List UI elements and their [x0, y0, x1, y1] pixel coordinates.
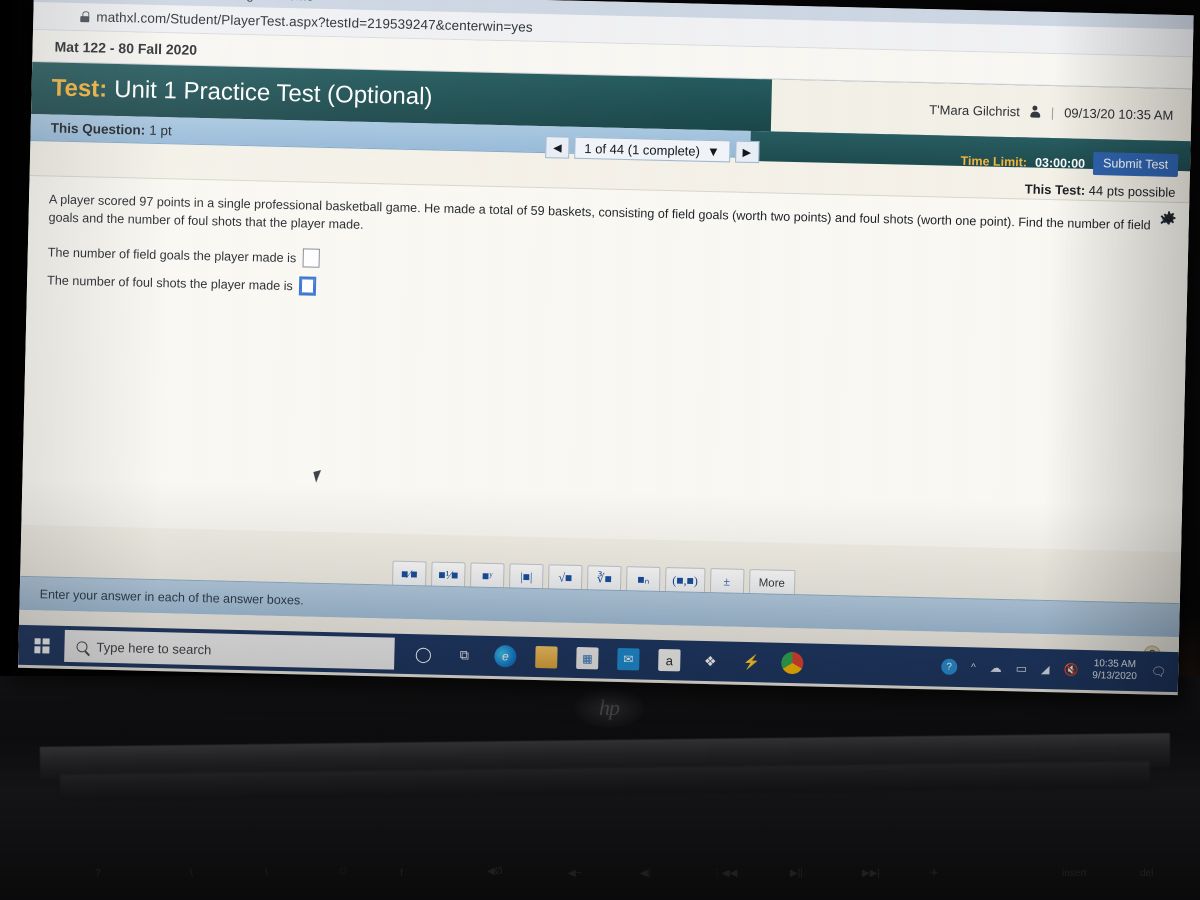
- user-bar-separator: |: [1050, 104, 1055, 120]
- cortana-icon[interactable]: ◯: [412, 643, 435, 666]
- test-points-value: 44 pts possible: [1088, 182, 1176, 200]
- field-goals-answer-box[interactable]: [302, 248, 320, 268]
- field-goals-prompt: The number of field goals the player mad…: [47, 244, 297, 265]
- test-title: Unit 1 Practice Test (Optional): [113, 75, 433, 111]
- amazon-icon[interactable]: a: [658, 648, 681, 672]
- question-pager[interactable]: ◀ 1 of 44 (1 complete) ▼ ▶: [545, 136, 760, 164]
- timer-row: Time Limit: 03:00:00 Submit Test: [960, 149, 1179, 178]
- foul-shots-prompt: The number of foul shots the player made…: [46, 272, 293, 293]
- support-assistant-icon[interactable]: ?: [940, 658, 958, 675]
- lightning-icon[interactable]: ⚡: [740, 651, 763, 674]
- microsoft-store-icon[interactable]: ▦: [576, 646, 599, 670]
- lock-icon: [80, 11, 89, 22]
- course-name: Mat 122 - 80 Fall 2020: [54, 38, 198, 58]
- pager-status-text: 1 of 44 (1 complete): [584, 140, 701, 159]
- mathxl-page: Mat 122 - 80 Fall 2020 Test: Unit 1 Prac…: [18, 29, 1193, 694]
- question-points-value: 1 pt: [149, 122, 172, 138]
- test-points-label: This Test:: [1024, 181, 1086, 198]
- test-label: Test:: [51, 74, 108, 103]
- pager-status-box[interactable]: 1 of 44 (1 complete) ▼: [574, 136, 731, 163]
- show-hidden-icons-icon[interactable]: ^: [971, 662, 976, 673]
- search-input[interactable]: Type here to search: [64, 629, 395, 670]
- taskbar-clock[interactable]: 10:35 AM 9/13/2020: [1092, 658, 1137, 684]
- network-icon[interactable]: ◢: [1041, 662, 1050, 675]
- search-icon: [76, 640, 88, 652]
- action-center-icon[interactable]: 🗨: [1151, 665, 1167, 679]
- answer-hint-text: Enter your answer in each of the answer …: [39, 586, 304, 608]
- foul-shots-answer-box[interactable]: [298, 276, 316, 296]
- edge-icon[interactable]: e: [494, 645, 517, 668]
- search-placeholder: Type here to search: [96, 639, 212, 657]
- pager-prev-button[interactable]: ◀: [545, 136, 570, 159]
- person-icon[interactable]: [1030, 105, 1041, 117]
- chrome-icon[interactable]: [781, 651, 804, 675]
- pager-next-button[interactable]: ▶: [734, 140, 760, 164]
- submit-test-button[interactable]: Submit Test: [1092, 152, 1179, 178]
- function-key-row: ? \ \ □ f ◀Ø ◀− ◀| ⋮◀◀ ▶|| ▶▶| ✈ insert …: [95, 866, 1154, 879]
- clock-date: 9/13/2020: [1092, 670, 1137, 683]
- chevron-down-icon[interactable]: ▼: [707, 143, 720, 158]
- clock-time: 10:35 AM: [1093, 657, 1137, 670]
- time-limit-value: 03:00:00: [1034, 155, 1086, 171]
- hp-logo: hp: [574, 688, 644, 728]
- answer-row-field-goals: The number of field goals the player mad…: [47, 242, 320, 268]
- onedrive-icon[interactable]: ☁: [990, 661, 1002, 675]
- address-bar-url: mathxl.com/Student/PlayerTest.aspx?testI…: [96, 9, 533, 35]
- time-limit-label: Time Limit:: [960, 153, 1028, 169]
- windows-icon: [33, 637, 50, 654]
- taskbar-icons: ◯ ⧉ e ▦ ✉ a ❖ ⚡: [394, 643, 804, 675]
- photo-backdrop: hp ? \ \ □ f ◀Ø ◀− ◀| ⋮◀◀ ▶|| ▶▶| ✈ inse…: [0, 0, 1200, 900]
- question-body: A player scored 97 points in a single pr…: [48, 192, 1151, 233]
- mouse-cursor: [313, 470, 324, 483]
- system-tray: ? ^ ☁ ▭ ◢ 🔇 10:35 AM 9/13/2020 🗨: [940, 654, 1179, 685]
- file-explorer-icon[interactable]: [535, 646, 558, 669]
- test-points-row: This Test: 44 pts possible: [1025, 181, 1176, 200]
- question-canvas: A player scored 97 points in a single pr…: [18, 174, 1190, 694]
- answer-row-foul-shots: The number of foul shots the player made…: [46, 270, 316, 296]
- dropbox-icon[interactable]: ❖: [699, 650, 722, 673]
- close-icon[interactable]: ✕: [1159, 212, 1171, 229]
- mail-icon[interactable]: ✉: [617, 647, 640, 671]
- question-points-label: This Question:: [50, 119, 146, 138]
- task-view-icon[interactable]: ⧉: [453, 644, 476, 667]
- laptop-screen: Google Chrome mathxl.com/Student/PlayerT…: [17, 0, 1194, 696]
- current-datetime: 09/13/20 10:35 AM: [1064, 104, 1174, 123]
- start-button[interactable]: [18, 625, 65, 666]
- user-name: T'Mara Gilchrist: [929, 101, 1020, 119]
- battery-icon[interactable]: ▭: [1016, 661, 1028, 675]
- volume-muted-icon[interactable]: 🔇: [1063, 662, 1078, 676]
